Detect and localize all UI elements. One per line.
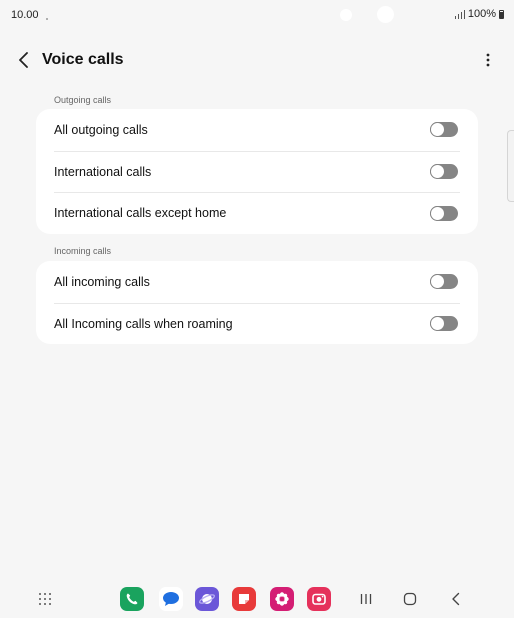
planet-icon bbox=[199, 594, 215, 604]
chevron-left-icon bbox=[19, 52, 28, 68]
phone-icon bbox=[126, 593, 138, 605]
page-title: Voice calls bbox=[42, 51, 124, 68]
more-options-button[interactable] bbox=[476, 48, 500, 72]
setting-row-international[interactable]: International calls bbox=[36, 150, 478, 193]
navigation-bar bbox=[0, 580, 514, 618]
toggle-switch[interactable] bbox=[430, 205, 458, 221]
toggle-knob bbox=[430, 122, 445, 138]
setting-label: All incoming calls bbox=[54, 274, 150, 289]
camera-app-icon[interactable] bbox=[307, 587, 331, 611]
messages-app-icon[interactable] bbox=[159, 587, 183, 611]
edge-panel-handle[interactable] bbox=[507, 130, 514, 202]
flower-icon bbox=[275, 592, 289, 606]
notification-dot-icon bbox=[46, 18, 48, 20]
setting-row-all-incoming[interactable]: All incoming calls bbox=[36, 261, 478, 303]
toggle-knob bbox=[430, 274, 445, 290]
nav-back-button[interactable] bbox=[447, 590, 465, 608]
section-label-outgoing: Outgoing calls bbox=[54, 95, 112, 105]
battery-icon bbox=[499, 9, 504, 19]
status-time: 10.00 bbox=[11, 9, 39, 21]
setting-label: International calls except home bbox=[54, 206, 227, 221]
status-bar: 10.00 100% bbox=[0, 0, 514, 30]
home-button[interactable] bbox=[401, 590, 419, 608]
camera-icon bbox=[312, 593, 326, 605]
section-label-incoming: Incoming calls bbox=[54, 246, 112, 256]
toggle-switch[interactable] bbox=[430, 274, 458, 290]
home-icon bbox=[403, 592, 417, 606]
notes-app-icon[interactable] bbox=[232, 587, 256, 611]
setting-label: International calls bbox=[54, 164, 152, 179]
recent-apps-icon bbox=[360, 594, 372, 604]
setting-row-incoming-roaming[interactable]: All Incoming calls when roaming bbox=[36, 302, 478, 345]
back-button[interactable] bbox=[12, 48, 36, 72]
more-vertical-icon bbox=[486, 53, 490, 67]
toggle-knob bbox=[430, 164, 445, 180]
signal-icon bbox=[454, 9, 466, 19]
internet-app-icon[interactable] bbox=[195, 587, 219, 611]
recent-apps-button[interactable] bbox=[357, 590, 375, 608]
note-icon bbox=[239, 594, 249, 604]
toggle-knob bbox=[430, 205, 445, 221]
setting-row-international-except-home[interactable]: International calls except home bbox=[36, 192, 478, 234]
back-icon bbox=[452, 592, 460, 606]
apps-grid-icon[interactable] bbox=[39, 593, 52, 606]
front-camera-icon bbox=[340, 9, 352, 21]
toggle-switch[interactable] bbox=[430, 122, 458, 138]
phone-app-icon[interactable] bbox=[120, 587, 144, 611]
toggle-switch[interactable] bbox=[430, 316, 458, 332]
battery-percentage: 100% bbox=[467, 8, 496, 20]
incoming-calls-card: All incoming calls All Incoming calls wh… bbox=[36, 261, 478, 345]
toggle-switch[interactable] bbox=[430, 164, 458, 180]
chat-bubble-icon bbox=[163, 592, 179, 606]
toggle-knob bbox=[430, 316, 445, 332]
setting-row-all-outgoing[interactable]: All outgoing calls bbox=[36, 109, 478, 151]
app-header: Voice calls bbox=[0, 40, 514, 80]
gallery-app-icon[interactable] bbox=[270, 587, 294, 611]
setting-label: All outgoing calls bbox=[54, 122, 148, 137]
outgoing-calls-card: All outgoing calls International calls I… bbox=[36, 109, 478, 235]
setting-label: All Incoming calls when roaming bbox=[54, 316, 233, 331]
status-indicators: 100% bbox=[454, 8, 504, 20]
front-camera-lens-icon bbox=[377, 6, 394, 23]
